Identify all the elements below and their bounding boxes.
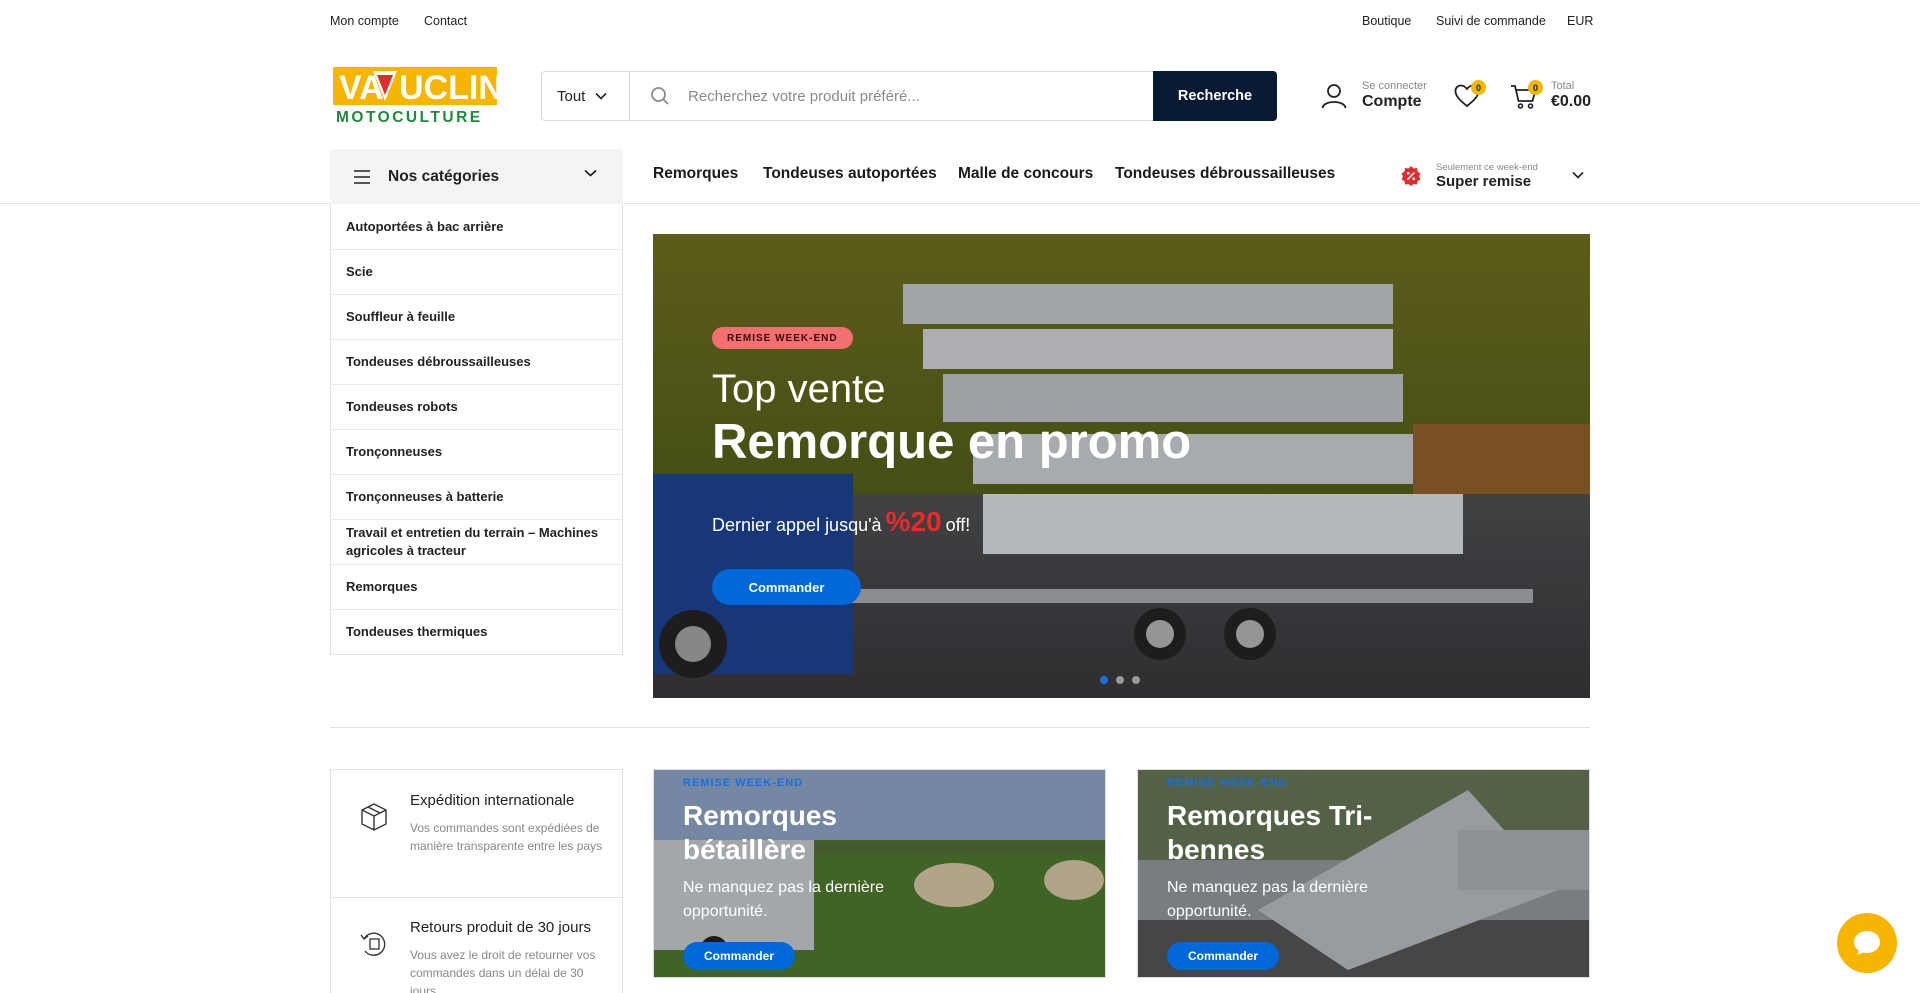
- banner-order-button[interactable]: Commander: [683, 942, 795, 970]
- banner-betaillere[interactable]: REMISE WEEK-END Remorques bétaillère Ne …: [653, 769, 1106, 978]
- search-input[interactable]: [688, 87, 1128, 105]
- chevron-down-icon: [595, 92, 607, 100]
- return-icon: [360, 932, 386, 956]
- category-item[interactable]: Tronçonneuses à batterie: [331, 474, 622, 519]
- hero-desc-before: Dernier appel jusqu'à: [712, 515, 882, 535]
- logo-graphic: VA UCLIN MOTOCULTURE: [333, 67, 503, 126]
- search-bar: Tout Recherche: [541, 71, 1277, 121]
- logo-subtitle: MOTOCULTURE: [336, 109, 483, 125]
- category-item[interactable]: Travail et entretien du terrain – Machin…: [331, 519, 622, 564]
- banner-title: Remorques bétaillère: [683, 800, 838, 865]
- nav-link-tondeuses-debroussailleuses[interactable]: Tondeuses débroussailleuses: [1115, 165, 1335, 183]
- feature-text: Vos commandes sont expédiées de manière …: [410, 821, 603, 853]
- search-category-select[interactable]: Tout: [542, 72, 630, 120]
- nav-link-remorques[interactable]: Remorques: [653, 165, 738, 183]
- account-login-label: Se connecter: [1362, 80, 1427, 92]
- slider-dots: [1100, 676, 1140, 684]
- banner-text: Ne manquez pas la dernière opportunité.: [1167, 879, 1369, 920]
- logo-text-left: VA: [339, 69, 384, 107]
- categories-toggle[interactable]: Nos catégories: [330, 149, 623, 204]
- cart-button[interactable]: 0: [1510, 80, 1543, 115]
- section-divider: [330, 727, 1590, 728]
- link-shop[interactable]: Boutique: [1362, 14, 1411, 28]
- banner-tri-bennes[interactable]: REMISE WEEK-END Remorques Tri-bennes Ne …: [1137, 769, 1590, 978]
- category-item[interactable]: Tondeuses robots: [331, 384, 622, 429]
- search-button[interactable]: Recherche: [1153, 71, 1277, 121]
- link-contact[interactable]: Contact: [424, 14, 467, 28]
- promo-label: Super remise: [1436, 173, 1532, 190]
- nav-divider: [0, 203, 1920, 204]
- hero-title: Remorque en promo: [712, 415, 1192, 469]
- banner-order-button[interactable]: Commander: [1167, 942, 1279, 970]
- search-icon: [651, 87, 669, 105]
- hero-subtitle: Top vente: [712, 367, 886, 411]
- categories-label: Nos catégories: [388, 167, 500, 185]
- category-item[interactable]: Tondeuses débroussailleuses: [331, 339, 622, 384]
- category-item[interactable]: Autoportées à bac arrière: [331, 204, 622, 249]
- category-item[interactable]: Tondeuses thermiques: [331, 609, 622, 654]
- wishlist-button[interactable]: 0: [1454, 80, 1486, 113]
- hero-slider[interactable]: REMISE WEEK-END Top vente Remorque en pr…: [653, 234, 1590, 698]
- cart-total-value: €0.00: [1551, 93, 1592, 110]
- search-category-value: Tout: [557, 87, 586, 105]
- cart-count-badge: 0: [1528, 80, 1543, 95]
- hero-description: Dernier appel jusqu'à %20 off!: [712, 506, 970, 538]
- banner-title: Remorques Tri-bennes: [1167, 800, 1373, 865]
- user-icon: [1321, 84, 1347, 109]
- feature-divider: [331, 897, 622, 898]
- category-item[interactable]: Tronçonneuses: [331, 429, 622, 474]
- category-item[interactable]: Souffleur à feuille: [331, 294, 622, 339]
- site-logo[interactable]: VA UCLIN MOTOCULTURE: [333, 65, 503, 126]
- banner-tag: REMISE WEEK-END: [683, 777, 804, 789]
- chat-bubble-icon: [1854, 931, 1880, 955]
- chat-widget-button[interactable]: [1837, 913, 1897, 973]
- hero-order-button[interactable]: Commander: [712, 569, 861, 605]
- banner-text: Ne manquez pas la dernière opportunité.: [683, 879, 885, 920]
- hero-discount: %20: [885, 506, 942, 537]
- category-item[interactable]: Remorques: [331, 564, 622, 609]
- link-order-tracking[interactable]: Suivi de commande: [1436, 14, 1546, 28]
- box-icon: [361, 803, 387, 831]
- discount-badge-icon: [1401, 166, 1421, 186]
- hero-desc-after: off!: [945, 515, 971, 535]
- nav-link-tondeuses-autoportees[interactable]: Tondeuses autoportées: [763, 165, 937, 183]
- feature-title: Retours produit de 30 jours: [410, 919, 591, 936]
- banner-tag: REMISE WEEK-END: [1167, 777, 1288, 789]
- promo-subtitle: Seulement ce week-end: [1436, 162, 1538, 173]
- cart-total[interactable]: Total €0.00: [1551, 80, 1591, 111]
- slider-dot[interactable]: [1132, 676, 1140, 684]
- currency-selector[interactable]: EUR: [1567, 14, 1593, 28]
- features-box: Expédition internationale Vos commandes …: [330, 769, 623, 993]
- chevron-down-icon: [1572, 171, 1584, 179]
- feature-text: Vous avez le droit de retourner vos comm…: [410, 948, 596, 993]
- link-my-account[interactable]: Mon compte: [330, 14, 399, 28]
- slider-dot[interactable]: [1116, 676, 1124, 684]
- slider-dot[interactable]: [1100, 676, 1108, 684]
- category-item[interactable]: Scie: [331, 249, 622, 294]
- feature-title: Expédition internationale: [410, 792, 575, 809]
- hero-tag: REMISE WEEK-END: [712, 327, 853, 349]
- wishlist-count-badge: 0: [1471, 80, 1486, 95]
- menu-icon: [354, 169, 370, 184]
- nav-link-malle-de-concours[interactable]: Malle de concours: [958, 165, 1093, 183]
- top-bar: Mon compte Contact Boutique Suivi de com…: [0, 0, 1920, 42]
- logo-text-right: UCLIN: [399, 69, 497, 107]
- account-label: Compte: [1362, 93, 1422, 110]
- category-list: Autoportées à bac arrière Scie Souffleur…: [330, 204, 623, 655]
- cart-total-label: Total: [1551, 80, 1575, 92]
- chevron-down-icon: [584, 169, 597, 177]
